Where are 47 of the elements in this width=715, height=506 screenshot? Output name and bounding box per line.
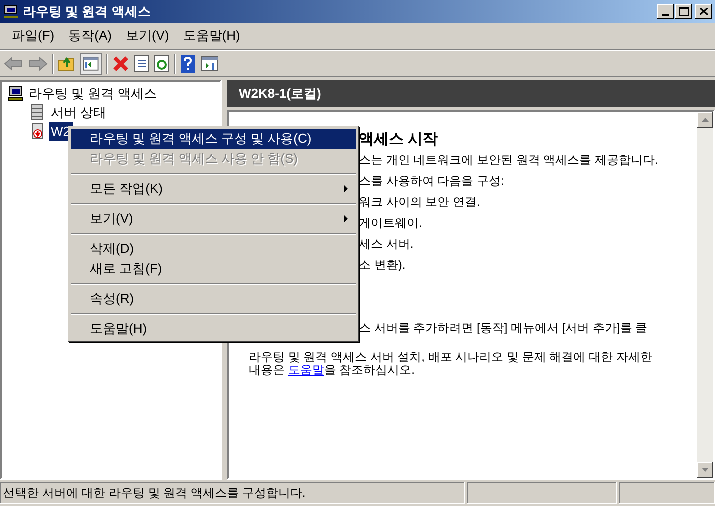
body-text: 세스 서버. [359,236,414,253]
submenu-arrow-icon [344,215,348,223]
close-icon [700,8,708,15]
menu-item[interactable]: 보기(V) [71,209,356,229]
help-icon[interactable] [180,54,196,74]
menu-item[interactable]: 도움말(H) [71,319,356,339]
menu-item[interactable]: 라우팅 및 원격 액세스 구성 및 사용(C) [71,129,356,149]
submenu-arrow-icon [344,185,348,193]
details-header: W2K8-1(로컬) [227,80,715,107]
body-text: 게이트웨이. [359,215,422,232]
minimize-icon [662,14,669,16]
folder-up-icon[interactable] [58,56,76,72]
maximize-icon [678,7,688,16]
delete-icon[interactable] [112,54,130,72]
status-text: 선택한 서버에 대한 라우팅 및 원격 액세스를 구성합니다. [0,482,465,504]
scroll-down-button[interactable] [697,462,713,478]
section-heading: 액세스 시작 [359,130,438,150]
menu-item[interactable]: 모든 작업(K) [71,179,356,199]
scroll-up-button[interactable] [697,112,713,128]
back-arrow-icon[interactable] [4,56,24,72]
server-stack-icon [30,104,46,121]
body-text: 스는 개인 네트워크에 보안된 원격 액세스를 제공합니다. [359,152,658,169]
help-link[interactable]: 도움말 [288,363,324,377]
help-paragraph: 라우팅 및 원격 액세스 서버 설치, 배포 시나리오 및 문제 해결에 대한 자세한 내용은 도움말을 참조하십시오. [248,351,654,377]
menu-item[interactable]: 도움말(H) [177,24,246,48]
up-arrow-icon [702,118,708,122]
menu-item[interactable]: 보기(V) [120,24,176,48]
server-icon [30,123,46,140]
window-title: 라우팅 및 원격 액세스 [23,2,152,21]
body-text: 소 변환). [359,257,406,274]
forward-arrow-icon[interactable] [28,56,48,72]
close-button[interactable] [695,4,712,19]
body-text: 워크 사이의 보안 연결. [359,194,480,211]
menu-item[interactable]: 속성(R) [71,289,356,309]
menu-item[interactable]: 새로 고침(F) [71,259,356,279]
maximize-button[interactable] [675,4,692,19]
computer-icon [3,4,19,20]
body-text: 스를 사용하여 다음을 구성: [359,173,504,190]
menu-item[interactable]: 동작(A) [62,24,118,48]
computer-icon [8,86,24,102]
body-text: 스 서버를 추가하려면 [동작] 메뉴에서 [서버 추가]를 클 [359,320,648,337]
tree-item[interactable]: 서버 상태 [49,102,109,122]
down-arrow-icon [702,468,708,472]
menu-item[interactable]: 파일(F) [6,24,61,48]
menu-item[interactable]: 삭제(D) [71,239,356,259]
minimize-button[interactable] [657,4,674,19]
tree-item[interactable]: 라우팅 및 원격 액세스 [27,84,159,104]
